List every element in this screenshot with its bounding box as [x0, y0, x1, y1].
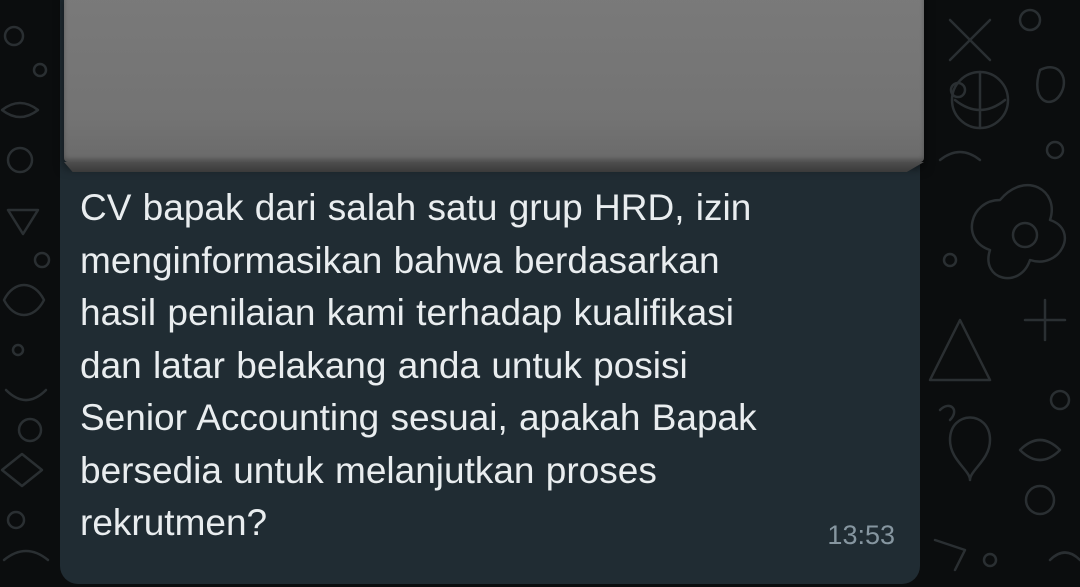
- message-timestamp: 13:53: [827, 520, 895, 550]
- message-text: CV bapak dari salah satu grup HRD, izin …: [80, 187, 757, 543]
- redaction-overlay: [64, 0, 924, 162]
